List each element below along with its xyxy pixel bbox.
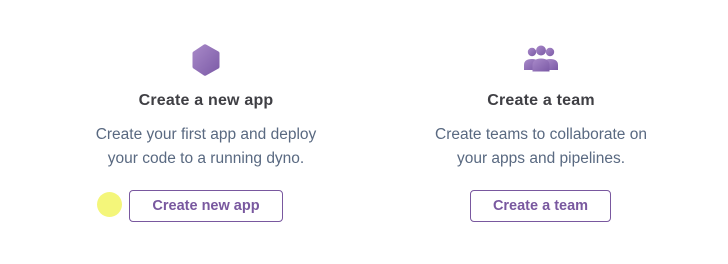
- create-app-description-line: your code to a running dyno.: [107, 150, 305, 167]
- empty-state-panel: Create a new app Create your first app a…: [0, 0, 728, 264]
- create-team-description-line: your apps and pipelines.: [456, 150, 626, 167]
- hexagon-icon: [192, 44, 220, 76]
- create-app-description: Create your first app and deploy your co…: [56, 123, 356, 171]
- create-team-description: Create teams to collaborate on your apps…: [391, 123, 691, 171]
- create-team-card: Create a team Create teams to collaborat…: [391, 0, 691, 264]
- cursor-highlight: [97, 192, 122, 217]
- create-new-app-button[interactable]: Create new app: [129, 190, 283, 222]
- create-app-title: Create a new app: [138, 92, 274, 109]
- create-app-card: Create a new app Create your first app a…: [56, 0, 356, 264]
- team-icon: [524, 45, 558, 72]
- create-team-title: Create a team: [487, 92, 595, 109]
- create-team-description-line: Create teams to collaborate on: [435, 126, 647, 143]
- create-app-description-line: Create your first app and deploy: [95, 126, 317, 143]
- create-team-button[interactable]: Create a team: [470, 190, 611, 222]
